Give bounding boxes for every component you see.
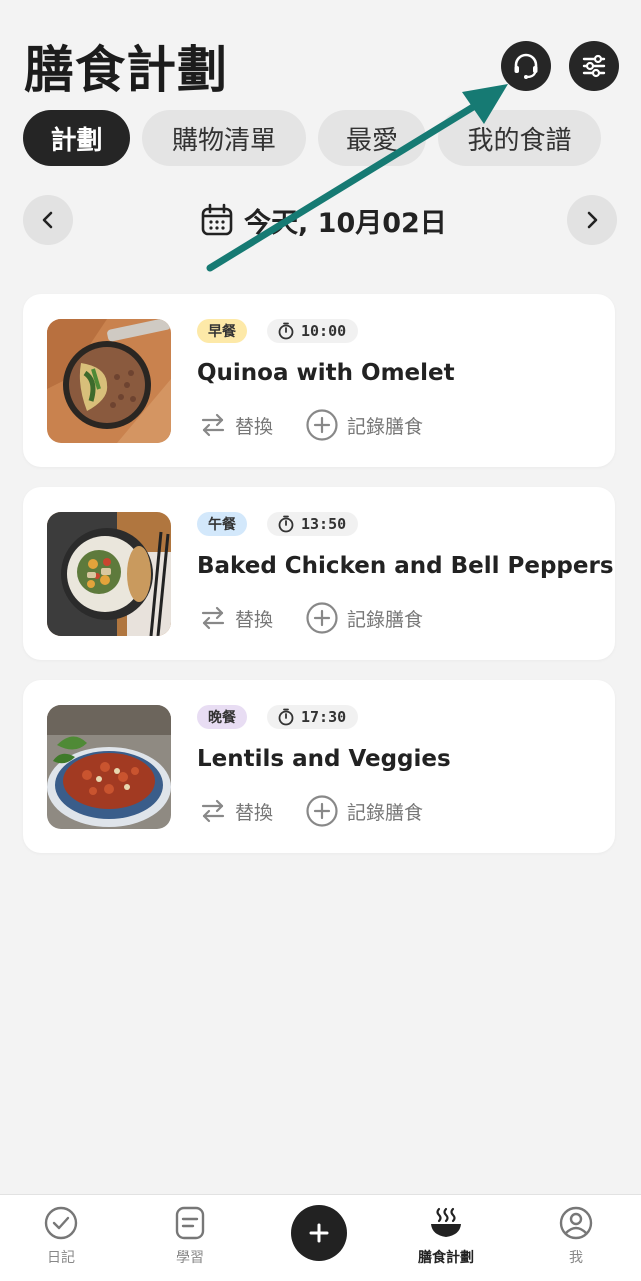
- meal-type-badge: 晚餐: [197, 705, 247, 729]
- meal-time-chip: 13:50: [267, 512, 359, 536]
- log-meal-label: 記錄膳食: [347, 608, 424, 631]
- stopwatch-icon: [278, 515, 294, 533]
- nav-item-diary[interactable]: 日記: [16, 1205, 106, 1267]
- swap-label: 替換: [235, 801, 274, 824]
- meal-card[interactable]: 晚餐 17:30 Lentils and Veggies 替換 記錄膳食: [23, 680, 615, 853]
- calendar-icon: [201, 203, 233, 236]
- swap-arrows-icon: [201, 799, 225, 823]
- tab-bar: 計劃 購物清單 最愛 我的食譜: [23, 110, 601, 166]
- swap-arrows-icon: [201, 413, 225, 437]
- tab-shopping-list[interactable]: 購物清單: [142, 110, 306, 166]
- nav-label: 學習: [176, 1250, 204, 1266]
- stopwatch-icon: [278, 322, 294, 340]
- meal-time-chip: 17:30: [267, 705, 359, 729]
- plus-icon: [309, 1223, 329, 1243]
- meal-time: 10:00: [301, 322, 347, 340]
- tab-favorites[interactable]: 最愛: [318, 110, 426, 166]
- support-button[interactable]: [501, 41, 551, 91]
- settings-button[interactable]: [569, 41, 619, 91]
- meal-photo-chicken-peppers: [47, 512, 171, 636]
- log-meal-button[interactable]: 記錄膳食: [305, 793, 423, 829]
- meal-name[interactable]: Lentils and Veggies: [197, 746, 451, 772]
- tab-plan[interactable]: 計劃: [23, 110, 130, 166]
- date-text: 今天, 10月02日: [244, 207, 447, 239]
- meal-time: 17:30: [301, 708, 347, 726]
- next-day-button[interactable]: [567, 195, 617, 245]
- swap-meal-button[interactable]: 替換: [199, 793, 273, 829]
- log-meal-button[interactable]: 記錄膳食: [305, 600, 423, 636]
- user-circle-icon: [559, 1206, 593, 1240]
- nav-item-learn[interactable]: 學習: [145, 1205, 235, 1267]
- stopwatch-icon: [278, 708, 294, 726]
- meal-photo-quinoa-omelet: [47, 319, 171, 443]
- chevron-left-icon: [42, 211, 53, 229]
- meal-card[interactable]: 午餐 13:50 Baked Chicken and Bell Peppers …: [23, 487, 615, 660]
- add-button[interactable]: [291, 1205, 347, 1261]
- previous-day-button[interactable]: [23, 195, 73, 245]
- nav-label: 日記: [47, 1250, 75, 1266]
- meal-time-chip: 10:00: [267, 319, 359, 343]
- nav-item-meal-plan[interactable]: 膳食計劃: [401, 1205, 491, 1267]
- swap-arrows-icon: [201, 606, 225, 630]
- steaming-bowl-icon: [431, 1207, 461, 1237]
- meal-type-badge: 午餐: [197, 512, 247, 536]
- meal-name[interactable]: Quinoa with Omelet: [197, 360, 455, 386]
- tab-my-recipes[interactable]: 我的食譜: [438, 110, 601, 166]
- log-meal-label: 記錄膳食: [347, 801, 424, 824]
- sliders-icon: [582, 54, 606, 78]
- chevron-right-icon: [587, 211, 598, 229]
- nav-label: 我: [569, 1250, 583, 1266]
- meal-type-badge: 早餐: [197, 319, 247, 343]
- nav-label: 膳食計劃: [418, 1250, 474, 1266]
- meal-name[interactable]: Baked Chicken and Bell Peppers: [197, 553, 614, 579]
- swap-meal-button[interactable]: 替換: [199, 600, 273, 636]
- headset-icon: [514, 53, 538, 79]
- nav-item-me[interactable]: 我: [531, 1205, 621, 1267]
- check-circle-icon: [44, 1206, 78, 1240]
- date-display[interactable]: 今天, 10月02日: [200, 198, 447, 242]
- meal-card[interactable]: 早餐 10:00 Quinoa with Omelet 替換 記錄膳食: [23, 294, 615, 467]
- log-meal-button[interactable]: 記錄膳食: [305, 407, 423, 443]
- plus-circle-icon: [306, 409, 338, 441]
- swap-label: 替換: [235, 608, 274, 631]
- meal-photo-lentils-veggies: [47, 705, 171, 829]
- bottom-navigation: 日記 學習 膳食計劃 我: [0, 1194, 641, 1281]
- meal-time: 13:50: [301, 515, 347, 533]
- document-icon: [175, 1206, 205, 1240]
- plus-circle-icon: [306, 602, 338, 634]
- log-meal-label: 記錄膳食: [347, 415, 424, 438]
- swap-label: 替換: [235, 415, 274, 438]
- swap-meal-button[interactable]: 替換: [199, 407, 273, 443]
- plus-circle-icon: [306, 795, 338, 827]
- page-title: 膳食計劃: [24, 41, 228, 99]
